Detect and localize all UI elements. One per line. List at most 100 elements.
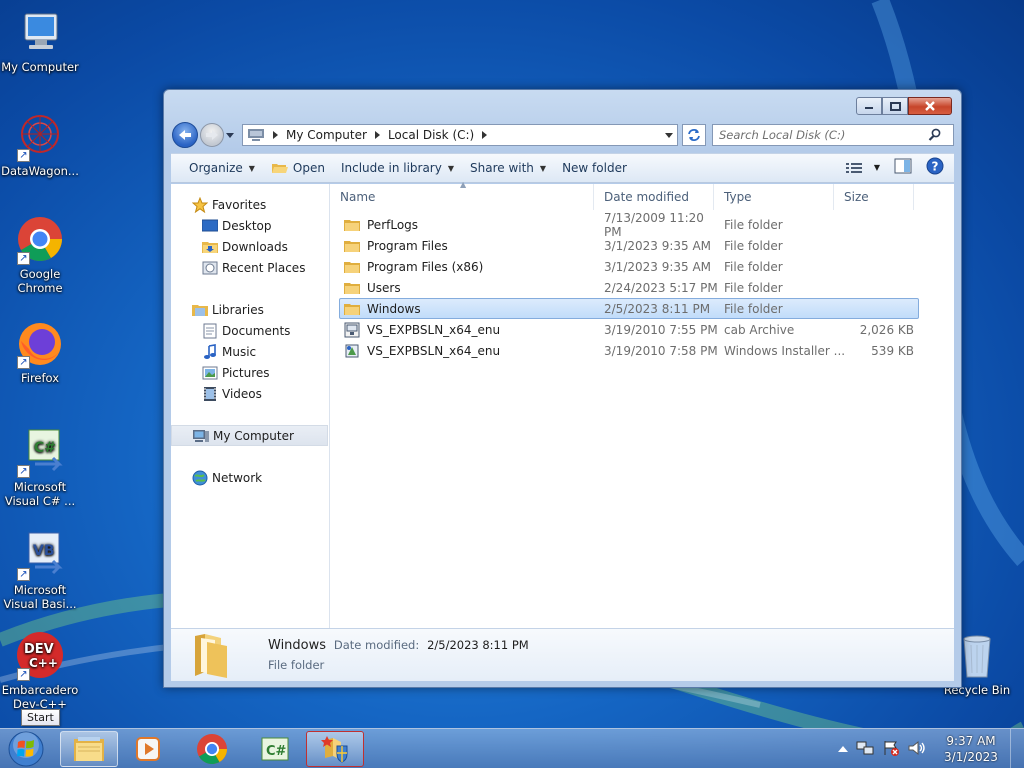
- shortcut-arrow-icon: ↗: [17, 668, 30, 681]
- back-arrow-icon: [179, 130, 191, 140]
- new-folder-button[interactable]: New folder: [555, 156, 636, 180]
- desktop-icon-label: Firefox: [20, 371, 60, 385]
- nav-network[interactable]: Network: [171, 467, 329, 488]
- chrome-icon: [197, 734, 227, 765]
- nav-favorites[interactable]: Favorites: [171, 194, 329, 215]
- firefox-icon: ↗: [15, 319, 65, 369]
- nav-desktop[interactable]: Desktop: [171, 215, 329, 236]
- breadcrumb-separator-icon[interactable]: [269, 125, 282, 145]
- folder-icon: [344, 301, 360, 317]
- file-row[interactable]: Program Files 3/1/2023 9:35 AM File fold…: [339, 235, 919, 256]
- chevron-down-icon: ▼: [447, 163, 454, 173]
- address-dropdown-button[interactable]: [661, 125, 677, 145]
- action-center-icon[interactable]: [882, 740, 900, 759]
- nav-label: Music: [222, 344, 257, 359]
- share-with-button[interactable]: Share with ▼: [463, 156, 555, 180]
- desktop-icon-dev-cpp[interactable]: DEV C++ ↗ Embarcadero Dev-C++: [0, 631, 80, 711]
- taskbar-visual-csharp-button[interactable]: C#: [246, 731, 304, 767]
- breadcrumb-separator-icon[interactable]: [478, 125, 491, 145]
- taskbar-explorer-button[interactable]: [60, 731, 118, 767]
- organize-button[interactable]: Organize ▼: [182, 156, 264, 180]
- include-in-library-label: Include in library: [340, 161, 442, 175]
- file-row[interactable]: VS_EXPBSLN_x64_enu 3/19/2010 7:58 PM Win…: [339, 340, 919, 361]
- nav-label: Videos: [222, 386, 262, 401]
- desktop-icon-google-chrome[interactable]: ↗ Google Chrome: [0, 215, 80, 295]
- breadcrumb-my-computer[interactable]: My Computer: [282, 125, 371, 145]
- nav-label: Documents: [222, 323, 291, 338]
- show-desktop-button[interactable]: [1010, 729, 1024, 768]
- show-hidden-icons-button[interactable]: [838, 742, 848, 756]
- file-date: 7/13/2009 11:20 PM: [604, 210, 704, 239]
- desktop-icon-label: DataWagon...: [1, 164, 79, 178]
- column-header-label: Name: [340, 190, 376, 204]
- start-button[interactable]: [5, 729, 47, 768]
- column-header-date[interactable]: Date modified: [594, 184, 714, 210]
- forward-button[interactable]: [200, 123, 224, 147]
- volume-icon[interactable]: [908, 740, 926, 759]
- svg-text:?: ?: [932, 160, 939, 174]
- details-item-name: Windows: [268, 638, 327, 653]
- minimize-button[interactable]: [856, 97, 882, 115]
- chevron-down-icon: [665, 132, 673, 138]
- file-row-selected[interactable]: Windows 2/5/2023 8:11 PM File folder: [339, 298, 919, 319]
- recent-pages-button[interactable]: [224, 125, 236, 145]
- music-icon: [201, 343, 218, 360]
- file-type: File folder: [724, 301, 783, 316]
- back-button[interactable]: [172, 122, 198, 148]
- desktop-icon-my-computer[interactable]: My Computer: [0, 8, 80, 74]
- file-row[interactable]: Users 2/24/2023 5:17 PM File folder: [339, 277, 919, 298]
- nav-pictures[interactable]: Pictures: [171, 362, 329, 383]
- desktop-icon-datawagon[interactable]: ↗ DataWagon...: [0, 112, 80, 178]
- file-row[interactable]: VS_EXPBSLN_x64_enu 3/19/2010 7:55 PM cab…: [339, 319, 919, 340]
- close-button[interactable]: [908, 97, 952, 115]
- desktop-icon-visual-csharp[interactable]: C# ↗ Microsoft Visual C# ...: [0, 428, 80, 508]
- nav-videos[interactable]: Videos: [171, 383, 329, 404]
- file-name: VS_EXPBSLN_x64_enu: [367, 322, 501, 337]
- file-type: File folder: [724, 217, 783, 232]
- file-row[interactable]: Program Files (x86) 3/1/2023 9:35 AM Fil…: [339, 256, 919, 277]
- search-icon[interactable]: [928, 128, 942, 142]
- desktop-icon-visual-basic[interactable]: VB ↗ Microsoft Visual Basi...: [0, 531, 80, 611]
- file-row[interactable]: PerfLogs 7/13/2009 11:20 PM File folder: [339, 211, 919, 239]
- column-header-size[interactable]: Size: [834, 184, 914, 210]
- breadcrumb-separator-icon[interactable]: [371, 125, 384, 145]
- help-button[interactable]: ?: [926, 157, 944, 178]
- clock[interactable]: 9:37 AM 3/1/2023: [932, 733, 1010, 765]
- include-in-library-button[interactable]: Include in library ▼: [334, 156, 463, 180]
- column-header-type[interactable]: Type: [714, 184, 834, 210]
- network-tray-icon[interactable]: [856, 740, 874, 759]
- preview-pane-button[interactable]: [894, 158, 912, 177]
- chevron-up-icon: [838, 746, 848, 752]
- nav-libraries[interactable]: Libraries: [171, 299, 329, 320]
- taskbar-active-app-button[interactable]: [306, 731, 364, 767]
- nav-downloads[interactable]: Downloads: [171, 236, 329, 257]
- file-name: Program Files: [367, 238, 448, 253]
- search-box[interactable]: [712, 124, 954, 146]
- nav-label: Network: [212, 470, 263, 485]
- file-date: 3/1/2023 9:35 AM: [604, 238, 712, 253]
- address-bar[interactable]: My Computer Local Disk (C:): [242, 124, 678, 146]
- breadcrumb-local-disk[interactable]: Local Disk (C:): [384, 125, 478, 145]
- taskbar-media-player-button[interactable]: [119, 731, 177, 767]
- maximize-icon: [889, 101, 901, 111]
- computer-icon: [192, 427, 209, 444]
- documents-icon: [201, 322, 218, 339]
- desktop-icon-label: Embarcadero Dev-C++: [1, 683, 79, 711]
- maximize-button[interactable]: [882, 97, 908, 115]
- file-date: 3/1/2023 9:35 AM: [604, 259, 712, 274]
- system-tray: 9:37 AM 3/1/2023: [838, 729, 1024, 768]
- nav-label: Favorites: [212, 197, 267, 212]
- open-button[interactable]: Open: [264, 156, 334, 180]
- change-view-button[interactable]: ▼: [845, 162, 880, 174]
- nav-my-computer[interactable]: My Computer: [171, 425, 328, 446]
- nav-recent-places[interactable]: Recent Places: [171, 257, 329, 278]
- nav-documents[interactable]: Documents: [171, 320, 329, 341]
- refresh-button[interactable]: [682, 124, 706, 146]
- desktop-icon-firefox[interactable]: ↗ Firefox: [0, 319, 80, 385]
- command-bar: Organize ▼ Open Include in library ▼ Share…: [171, 153, 954, 183]
- taskbar: C# 9:37 AM 3/1/2023: [0, 728, 1024, 768]
- taskbar-chrome-button[interactable]: [183, 731, 241, 767]
- search-input[interactable]: [713, 128, 928, 142]
- nav-music[interactable]: Music: [171, 341, 329, 362]
- column-header-name[interactable]: ▲ Name: [330, 180, 594, 210]
